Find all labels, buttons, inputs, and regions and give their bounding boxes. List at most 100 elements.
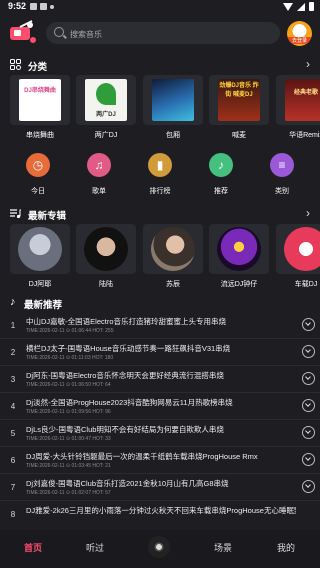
category-list: DJ串烧舞曲 串烧舞曲 两广DJ 两广DJ 包厢 劲爆DJ音乐 炸街 喊麦DJ … <box>10 75 320 141</box>
playlist-icon[interactable]: ♫ <box>87 153 111 177</box>
album-label: 苏辰 <box>166 281 180 288</box>
song-title[interactable]: 横栏DJ太子-国粤语House音乐动感节奏一路狂飙抖音V31串烧 <box>26 343 296 354</box>
notification-icon <box>30 3 37 10</box>
grid-icon <box>10 59 21 70</box>
category-item[interactable]: 劲爆DJ音乐 炸街 喊麦DJ 喊麦 <box>209 75 269 140</box>
category-card[interactable]: 经典老歌 <box>276 75 320 125</box>
chevron-down-icon[interactable] <box>302 345 315 358</box>
album-item[interactable]: DJ阿耶 <box>10 224 70 289</box>
category-cover: 经典老歌 <box>285 79 320 121</box>
music-note-icon: ♪ <box>10 296 16 308</box>
category-title: 分类 <box>28 62 48 73</box>
song-rank: 4 <box>10 402 16 411</box>
quick-today[interactable]: ◷ 今日 <box>18 153 58 196</box>
song-title[interactable]: DJ雅爱-2k26三月里的小雨落一分钟过火秋天不回来车载串烧ProgHouse无… <box>26 505 296 516</box>
wifi-icon <box>283 2 293 11</box>
album-card[interactable] <box>76 224 136 274</box>
song-list: 1 中山DJ嘉敏-全国语Electro音乐打造猪玲甜蜜蜜上头专用串烧 TIME:… <box>0 312 320 527</box>
album-item[interactable]: 车载DJ <box>276 224 320 289</box>
bottom-tab-bar: 首页 听过 场景 我的 <box>0 530 320 568</box>
song-title[interactable]: DJ周爱-大头针铃铛躯最后一次的温柔千纸鹤车载串烧ProgHouse Rmx <box>26 451 296 462</box>
chevron-down-icon[interactable] <box>302 453 315 466</box>
category-card[interactable]: 劲爆DJ音乐 炸街 喊麦DJ <box>209 75 269 125</box>
now-playing-disc-icon[interactable] <box>148 536 170 558</box>
category-item[interactable]: 经典老歌 华语Remix <box>276 75 320 140</box>
tab-listened[interactable]: 听过 <box>86 541 104 554</box>
category-item[interactable]: 两广DJ 两广DJ <box>76 75 136 140</box>
category-cover: DJ串烧舞曲 <box>19 79 61 121</box>
recommend-section-header[interactable]: ♪ 最新推荐 <box>0 295 320 312</box>
albums-section-header[interactable]: 最新专辑 › <box>0 206 320 222</box>
tab-mine[interactable]: 我的 <box>277 541 295 554</box>
song-title[interactable]: DjLs良少-国粤语Club明知不会有好结局为何要自欺欺人串烧 <box>26 424 296 435</box>
search-bar[interactable] <box>46 22 280 44</box>
category-item[interactable]: 包厢 <box>143 75 203 140</box>
album-cover <box>18 227 62 271</box>
category-card[interactable] <box>143 75 203 125</box>
category-item[interactable]: DJ串烧舞曲 串烧舞曲 <box>10 75 70 140</box>
chevron-down-icon[interactable] <box>302 318 315 331</box>
category-label: 串烧舞曲 <box>26 132 54 139</box>
clock-icon[interactable]: ◷ <box>26 153 50 177</box>
quick-ranking[interactable]: ▮ 排行榜 <box>140 153 180 196</box>
app-logo-icon[interactable] <box>8 18 38 46</box>
category-icon[interactable]: ≡ <box>270 153 294 177</box>
status-bar: 9:52 <box>0 0 320 14</box>
song-title[interactable]: 中山DJ嘉敏-全国语Electro音乐打造猪玲甜蜜蜜上头专用串烧 <box>26 316 296 327</box>
battery-icon <box>309 2 314 11</box>
login-badge[interactable]: 去登录 <box>287 37 312 44</box>
category-cover <box>152 79 194 121</box>
category-card[interactable]: DJ串烧舞曲 <box>10 75 70 125</box>
quick-label: 今日 <box>31 188 45 195</box>
category-label: 两广DJ <box>94 132 118 139</box>
chevron-down-icon[interactable] <box>302 426 315 439</box>
song-title[interactable]: Dj阿东-国粤语Electro音乐怀念明天会更好经典流行混搭串烧 <box>26 370 296 381</box>
user-avatar[interactable]: 去登录 <box>287 21 312 46</box>
album-card[interactable] <box>10 224 70 274</box>
recommend-title: 最新推荐 <box>24 300 63 311</box>
chart-icon[interactable]: ▮ <box>148 153 172 177</box>
category-card[interactable]: 两广DJ <box>76 75 136 125</box>
song-row[interactable]: 6 DJ周爱-大头针铃铛躯最后一次的温柔千纸鹤车载串烧ProgHouse Rmx… <box>0 447 320 474</box>
song-rank: 2 <box>10 348 16 357</box>
album-card[interactable] <box>276 224 320 274</box>
category-label: 喊麦 <box>232 132 246 139</box>
tab-home[interactable]: 首页 <box>24 541 42 554</box>
quick-playlist[interactable]: ♫ 歌单 <box>79 153 119 196</box>
album-item[interactable]: 陆陆 <box>76 224 136 289</box>
album-item[interactable]: 苏辰 <box>143 224 203 289</box>
song-row[interactable]: 8 DJ雅爱-2k26三月里的小雨落一分钟过火秋天不回来车载串烧ProgHous… <box>0 501 320 527</box>
category-label: 华语Remix <box>289 132 320 139</box>
album-card[interactable] <box>143 224 203 274</box>
song-rank: 8 <box>10 510 16 519</box>
category-cover: 劲爆DJ音乐 炸街 喊麦DJ <box>218 79 260 121</box>
chevron-down-icon[interactable] <box>302 399 315 412</box>
song-row[interactable]: 2 横栏DJ太子-国粤语House音乐动感节奏一路狂飙抖音V31串烧 TIME:… <box>0 339 320 366</box>
category-section-header[interactable]: 分类 › <box>0 57 320 73</box>
song-row[interactable]: 5 DjLs良少-国粤语Club明知不会有好结局为何要自欺欺人串烧 TIME:2… <box>0 420 320 447</box>
quick-entry-row: ◷ 今日 ♫ 歌单 ▮ 排行榜 ♪ 推荐 ≡ 类别 <box>0 153 320 199</box>
song-row[interactable]: 1 中山DJ嘉敏-全国语Electro音乐打造猪玲甜蜜蜜上头专用串烧 TIME:… <box>0 312 320 339</box>
album-card[interactable] <box>209 224 269 274</box>
song-row[interactable]: 7 Dj刘嘉俊-国粤语Club音乐打造2021金秋10月山有几高G8串烧 TIM… <box>0 474 320 501</box>
song-meta: TIME:2026-02-11 ⊙ 01:00:47 HOT: 33 <box>26 436 111 442</box>
song-rank: 3 <box>10 375 16 384</box>
song-row[interactable]: 3 Dj阿东-国粤语Electro音乐怀念明天会更好经典流行混搭串烧 TIME:… <box>0 366 320 393</box>
notification-icon <box>40 3 47 10</box>
chevron-down-icon[interactable] <box>302 480 315 493</box>
quick-category[interactable]: ≡ 类别 <box>262 153 302 196</box>
song-row[interactable]: 4 Dj淡然-全国语ProgHouse2023抖音酷狗网易云11月热歌榜串烧 T… <box>0 393 320 420</box>
chevron-right-icon[interactable]: › <box>306 206 310 220</box>
chevron-right-icon[interactable]: › <box>306 57 310 71</box>
music-note-icon[interactable]: ♪ <box>209 153 233 177</box>
quick-label: 歌单 <box>92 188 106 195</box>
album-label: 陆陆 <box>99 281 113 288</box>
album-item[interactable]: 流远DJ钟仔 <box>209 224 269 289</box>
chevron-down-icon[interactable] <box>302 372 315 385</box>
song-title[interactable]: Dj刘嘉俊-国粤语Club音乐打造2021金秋10月山有几高G8串烧 <box>26 478 296 489</box>
tab-scene[interactable]: 场景 <box>214 541 232 554</box>
song-title[interactable]: Dj淡然-全国语ProgHouse2023抖音酷狗网易云11月热歌榜串烧 <box>26 397 296 408</box>
song-meta: TIME:2026-02-11 ⊙ 01:11:03 HOT: 180 <box>26 355 114 361</box>
search-input[interactable] <box>68 25 272 43</box>
quick-recommend[interactable]: ♪ 推荐 <box>201 153 241 196</box>
